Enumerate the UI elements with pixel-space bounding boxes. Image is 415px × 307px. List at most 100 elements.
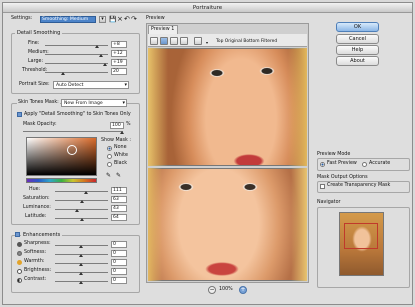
sharpness-label: Sharpness: — [24, 241, 51, 246]
help-button[interactable]: Help — [336, 45, 379, 55]
delete-settings-icon[interactable]: × — [117, 15, 123, 23]
saturation-slider-thumb[interactable] — [80, 200, 84, 203]
fine-label: Fine: — [28, 41, 40, 46]
split-quad-icon[interactable] — [180, 37, 188, 45]
preview-mode-title: Preview Mode — [317, 152, 351, 157]
show-mask-label: Show Mask : — [101, 138, 131, 143]
large-slider-thumb[interactable] — [103, 63, 107, 66]
single-view-icon[interactable] — [150, 37, 158, 45]
undo-icon[interactable]: ↶ — [124, 15, 130, 23]
navigator-view-box[interactable] — [344, 223, 378, 249]
about-button[interactable]: About — [336, 56, 379, 66]
portrait-size-value: Auto Detect — [56, 83, 84, 88]
hue-label: Hue: — [29, 187, 41, 192]
warmth-value[interactable]: 0 — [111, 259, 127, 266]
settings-select[interactable]: Smoothing: Medium — [40, 16, 96, 23]
latitude-value[interactable]: 64 — [111, 214, 127, 221]
show-mask-white-radio[interactable] — [107, 154, 112, 159]
medium-slider-thumb[interactable] — [99, 54, 103, 57]
mask-output-title: Mask Output Options — [317, 175, 368, 180]
original-preview-image[interactable] — [148, 48, 307, 166]
threshold-value[interactable]: 20 — [111, 68, 127, 75]
softness-label: Softness: — [24, 250, 47, 255]
split-vertical-icon[interactable] — [170, 37, 178, 45]
warmth-slider-thumb[interactable] — [79, 263, 83, 266]
sharpness-value[interactable]: 0 — [111, 241, 127, 248]
settings-label: Settings: — [11, 16, 33, 21]
show-mask-none-label: None — [114, 145, 127, 150]
luminance-slider[interactable] — [55, 209, 108, 210]
split-horizontal-icon[interactable] — [160, 37, 168, 45]
softness-value[interactable]: 0 — [111, 250, 127, 257]
hue-slider[interactable] — [55, 191, 108, 192]
create-transparency-mask-label: Create Transparency Mask — [327, 183, 391, 188]
tab-preview-1[interactable]: Preview 1 × — [148, 25, 178, 40]
preview-option-dropdown-icon[interactable]: ▾ — [206, 40, 208, 45]
save-settings-icon[interactable]: 💾 — [109, 16, 116, 23]
mask-opacity-slider-thumb[interactable] — [120, 131, 124, 134]
brightness-icon — [17, 269, 22, 274]
hue-slider-thumb[interactable] — [84, 191, 88, 194]
mask-opacity-value[interactable]: 100 — [110, 122, 124, 129]
brightness-value[interactable]: 0 — [111, 268, 127, 275]
portraiture-window: Portraiture Settings: Smoothing: Medium … — [2, 2, 413, 305]
apply-skin-tones-label: Apply "Detail Smoothing" to Skin Tones O… — [24, 112, 131, 117]
contrast-slider-thumb[interactable] — [79, 281, 83, 284]
redo-icon[interactable]: ↷ — [131, 15, 137, 23]
sharpness-slider-thumb[interactable] — [79, 245, 83, 248]
large-value[interactable]: +19 — [111, 59, 127, 66]
hue-spectrum-bar[interactable] — [26, 178, 97, 183]
eyedropper-plus-icon[interactable]: ✎ — [116, 172, 121, 179]
view-options-icon[interactable] — [194, 37, 202, 45]
hair-right-overlay-filtered — [291, 168, 307, 281]
large-slider[interactable] — [45, 63, 108, 64]
zoom-level: 100% — [219, 287, 233, 292]
accurate-radio[interactable] — [362, 162, 367, 167]
cancel-button[interactable]: Cancel — [336, 34, 379, 44]
warmth-icon — [17, 260, 22, 265]
hair-left-overlay — [148, 48, 168, 166]
portrait-size-label: Portrait Size: — [19, 82, 50, 87]
fast-preview-radio[interactable] — [320, 162, 325, 167]
show-mask-black-radio[interactable] — [107, 162, 112, 167]
zoom-out-icon[interactable]: − — [208, 286, 216, 294]
mask-opacity-label: Mask Opacity: — [23, 122, 57, 127]
latitude-slider-thumb[interactable] — [80, 218, 84, 221]
luminance-slider-thumb[interactable] — [75, 209, 79, 212]
settings-value: Smoothing: Medium — [42, 17, 89, 22]
create-transparency-mask-checkbox[interactable] — [320, 184, 325, 189]
filtered-preview-image[interactable] — [148, 168, 307, 281]
threshold-slider-thumb[interactable] — [61, 72, 65, 75]
preview-option-label: Top Original Bottom Filtered — [216, 39, 278, 44]
saturation-value[interactable]: 63 — [111, 196, 127, 203]
luminance-value[interactable]: 43 — [111, 205, 127, 212]
show-mask-none-radio[interactable] — [107, 146, 112, 151]
enhancements-checkbox[interactable] — [15, 232, 20, 237]
navigator-title: Navigator — [317, 200, 341, 205]
portrait-size-select[interactable]: Auto Detect — [53, 81, 129, 89]
eyedropper-icon[interactable]: ✎ — [106, 172, 111, 179]
softness-slider-thumb[interactable] — [79, 254, 83, 257]
zoom-in-icon[interactable]: + — [239, 286, 247, 294]
settings-dropdown-icon[interactable]: ▾ — [99, 16, 106, 23]
fine-value[interactable]: +8 — [111, 41, 127, 48]
skin-tones-mask-select[interactable]: New From Image — [61, 99, 127, 107]
medium-value[interactable]: +12 — [111, 50, 127, 57]
hue-value[interactable]: 111 — [111, 187, 127, 194]
brightness-slider-thumb[interactable] — [79, 272, 83, 275]
ok-button[interactable]: OK — [336, 22, 379, 32]
window-title: Portraiture — [192, 5, 223, 11]
window-titlebar: Portraiture — [3, 3, 412, 13]
apply-skin-tones-checkbox[interactable] — [17, 112, 22, 117]
hair-left-overlay-filtered — [148, 168, 162, 281]
contrast-icon — [17, 278, 22, 283]
skin-color-picker[interactable] — [26, 137, 97, 176]
tab-preview-1-label: Preview 1 — [151, 27, 175, 32]
latitude-label: Latitude: — [25, 214, 47, 219]
color-picker-cursor[interactable] — [67, 145, 77, 155]
threshold-slider[interactable] — [45, 72, 108, 73]
softness-icon — [17, 251, 22, 256]
contrast-value[interactable]: 0 — [111, 277, 127, 284]
mask-opacity-slider[interactable] — [23, 131, 123, 132]
fine-slider-thumb[interactable] — [95, 45, 99, 48]
